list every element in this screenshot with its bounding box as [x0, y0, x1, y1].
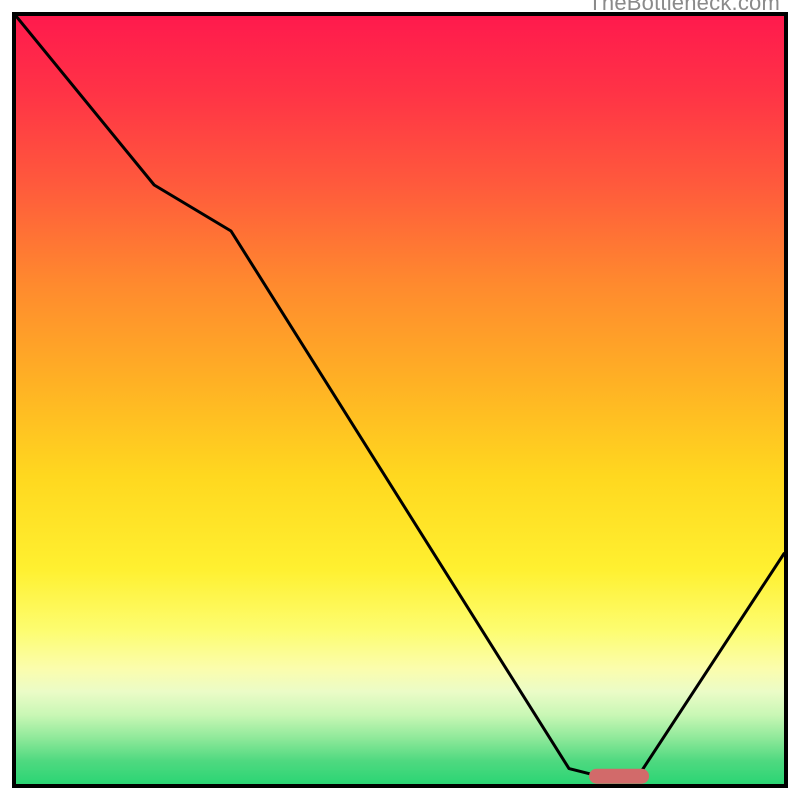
chart-frame [12, 12, 788, 788]
background-gradient [16, 16, 784, 784]
optimal-marker [589, 769, 649, 784]
chart-container: TheBottleneck.com [0, 0, 800, 800]
watermark-label: TheBottleneck.com [586, 0, 782, 12]
